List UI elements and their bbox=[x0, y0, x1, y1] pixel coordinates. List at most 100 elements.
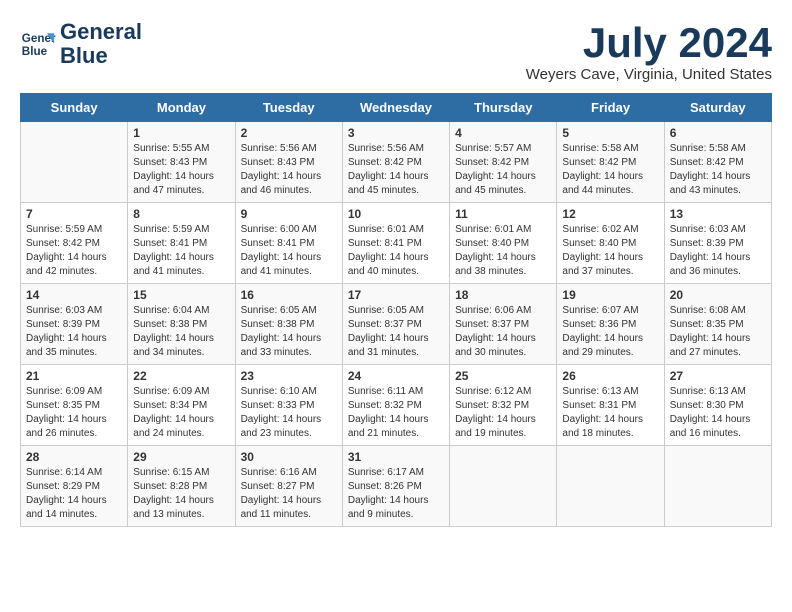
calendar-day-cell: 23Sunrise: 6:10 AMSunset: 8:33 PMDayligh… bbox=[235, 365, 342, 446]
calendar-day-cell: 29 Sunrise: 6:15 AMSunset: 8:28 PMDayligh… bbox=[128, 446, 235, 527]
day-info: Sunrise: 5:55 AMSunset: 8:43 PMDaylight:… bbox=[133, 142, 229, 198]
day-number: 2 bbox=[241, 126, 337, 140]
day-info: Sunrise: 6:12 AMSunset: 8:32 PMDaylight:… bbox=[455, 385, 551, 441]
calendar-day-cell: 15Sunrise: 6:04 AMSunset: 8:38 PMDayligh… bbox=[128, 284, 235, 365]
weekday-header: Monday bbox=[128, 94, 235, 122]
day-info: Sunrise: 6:04 AMSunset: 8:38 PMDaylight:… bbox=[133, 304, 229, 360]
weekday-header: Wednesday bbox=[342, 94, 449, 122]
calendar-day-cell bbox=[557, 446, 664, 527]
day-number: 14 bbox=[26, 288, 122, 302]
day-info: Sunrise: 6:01 AMSunset: 8:41 PMDaylight:… bbox=[348, 223, 444, 279]
day-info: Sunrise: 6:08 AMSunset: 8:35 PMDaylight:… bbox=[670, 304, 766, 360]
weekday-header-row: SundayMondayTuesdayWednesdayThursdayFrid… bbox=[21, 94, 772, 122]
day-number: 22 bbox=[133, 369, 229, 383]
day-number: 9 bbox=[241, 207, 337, 221]
logo: General Blue General Blue bbox=[20, 20, 142, 68]
day-number: 8 bbox=[133, 207, 229, 221]
calendar-day-cell bbox=[450, 446, 557, 527]
calendar-day-cell: 22 Sunrise: 6:09 AMSunset: 8:34 PMDayligh… bbox=[128, 365, 235, 446]
calendar-day-cell: 31 Sunrise: 6:17 AMSunset: 8:26 PMDayligh… bbox=[342, 446, 449, 527]
page-header: General Blue General Blue July 2024 Weye… bbox=[20, 20, 772, 83]
calendar-day-cell: 2Sunrise: 5:56 AMSunset: 8:43 PMDaylight… bbox=[235, 122, 342, 203]
day-info: Sunrise: 6:17 AMSunset: 8:26 PMDaylight:… bbox=[348, 466, 444, 522]
day-number: 31 bbox=[348, 450, 444, 464]
day-number: 4 bbox=[455, 126, 551, 140]
title-section: July 2024 Weyers Cave, Virginia, United … bbox=[526, 20, 772, 83]
calendar-table: SundayMondayTuesdayWednesdayThursdayFrid… bbox=[20, 93, 772, 527]
calendar-day-cell: 8Sunrise: 5:59 AMSunset: 8:41 PMDaylight… bbox=[128, 203, 235, 284]
calendar-day-cell: 17Sunrise: 6:05 AMSunset: 8:37 PMDayligh… bbox=[342, 284, 449, 365]
day-number: 11 bbox=[455, 207, 551, 221]
calendar-day-cell: 13 Sunrise: 6:03 AMSunset: 8:39 PMDayligh… bbox=[664, 203, 771, 284]
day-info: Sunrise: 6:07 AMSunset: 8:36 PMDaylight:… bbox=[562, 304, 658, 360]
calendar-week-row: 1Sunrise: 5:55 AMSunset: 8:43 PMDaylight… bbox=[21, 122, 772, 203]
calendar-day-cell bbox=[21, 122, 128, 203]
day-info: Sunrise: 6:00 AMSunset: 8:41 PMDaylight:… bbox=[241, 223, 337, 279]
day-info: Sunrise: 6:05 AMSunset: 8:38 PMDaylight:… bbox=[241, 304, 337, 360]
calendar-day-cell: 1Sunrise: 5:55 AMSunset: 8:43 PMDaylight… bbox=[128, 122, 235, 203]
calendar-day-cell: 20 Sunrise: 6:08 AMSunset: 8:35 PMDayligh… bbox=[664, 284, 771, 365]
day-info: Sunrise: 6:14 AMSunset: 8:29 PMDaylight:… bbox=[26, 466, 122, 522]
day-number: 20 bbox=[670, 288, 766, 302]
calendar-day-cell: 10 Sunrise: 6:01 AMSunset: 8:41 PMDayligh… bbox=[342, 203, 449, 284]
logo-text: General Blue bbox=[60, 20, 142, 68]
day-number: 23 bbox=[241, 369, 337, 383]
weekday-header: Sunday bbox=[21, 94, 128, 122]
calendar-day-cell: 12 Sunrise: 6:02 AMSunset: 8:40 PMDayligh… bbox=[557, 203, 664, 284]
day-number: 25 bbox=[455, 369, 551, 383]
location: Weyers Cave, Virginia, United States bbox=[526, 66, 772, 83]
calendar-day-cell: 16 Sunrise: 6:05 AMSunset: 8:38 PMDayligh… bbox=[235, 284, 342, 365]
day-number: 27 bbox=[670, 369, 766, 383]
day-info: Sunrise: 6:03 AMSunset: 8:39 PMDaylight:… bbox=[26, 304, 122, 360]
day-info: Sunrise: 6:09 AMSunset: 8:35 PMDaylight:… bbox=[26, 385, 122, 441]
day-number: 29 bbox=[133, 450, 229, 464]
calendar-week-row: 28Sunrise: 6:14 AMSunset: 8:29 PMDayligh… bbox=[21, 446, 772, 527]
calendar-day-cell: 5Sunrise: 5:58 AMSunset: 8:42 PMDaylight… bbox=[557, 122, 664, 203]
day-info: Sunrise: 6:09 AMSunset: 8:34 PMDaylight:… bbox=[133, 385, 229, 441]
weekday-header: Saturday bbox=[664, 94, 771, 122]
calendar-day-cell bbox=[664, 446, 771, 527]
day-number: 16 bbox=[241, 288, 337, 302]
calendar-day-cell: 9 Sunrise: 6:00 AMSunset: 8:41 PMDaylight… bbox=[235, 203, 342, 284]
calendar-day-cell: 24Sunrise: 6:11 AMSunset: 8:32 PMDayligh… bbox=[342, 365, 449, 446]
calendar-day-cell: 26 Sunrise: 6:13 AMSunset: 8:31 PMDayligh… bbox=[557, 365, 664, 446]
calendar-week-row: 14 Sunrise: 6:03 AMSunset: 8:39 PMDayligh… bbox=[21, 284, 772, 365]
day-info: Sunrise: 6:01 AMSunset: 8:40 PMDaylight:… bbox=[455, 223, 551, 279]
calendar-day-cell: 4Sunrise: 5:57 AMSunset: 8:42 PMDaylight… bbox=[450, 122, 557, 203]
day-number: 30 bbox=[241, 450, 337, 464]
day-number: 10 bbox=[348, 207, 444, 221]
svg-text:Blue: Blue bbox=[22, 45, 48, 58]
day-info: Sunrise: 6:13 AMSunset: 8:30 PMDaylight:… bbox=[670, 385, 766, 441]
calendar-day-cell: 18 Sunrise: 6:06 AMSunset: 8:37 PMDayligh… bbox=[450, 284, 557, 365]
day-number: 18 bbox=[455, 288, 551, 302]
calendar-day-cell: 19 Sunrise: 6:07 AMSunset: 8:36 PMDayligh… bbox=[557, 284, 664, 365]
day-number: 19 bbox=[562, 288, 658, 302]
day-number: 7 bbox=[26, 207, 122, 221]
day-info: Sunrise: 5:58 AMSunset: 8:42 PMDaylight:… bbox=[670, 142, 766, 198]
calendar-day-cell: 30Sunrise: 6:16 AMSunset: 8:27 PMDayligh… bbox=[235, 446, 342, 527]
day-number: 24 bbox=[348, 369, 444, 383]
calendar-day-cell: 25 Sunrise: 6:12 AMSunset: 8:32 PMDayligh… bbox=[450, 365, 557, 446]
calendar-week-row: 21 Sunrise: 6:09 AMSunset: 8:35 PMDayligh… bbox=[21, 365, 772, 446]
day-info: Sunrise: 5:59 AMSunset: 8:42 PMDaylight:… bbox=[26, 223, 122, 279]
day-number: 12 bbox=[562, 207, 658, 221]
weekday-header: Tuesday bbox=[235, 94, 342, 122]
calendar-day-cell: 28Sunrise: 6:14 AMSunset: 8:29 PMDayligh… bbox=[21, 446, 128, 527]
day-number: 26 bbox=[562, 369, 658, 383]
day-info: Sunrise: 6:15 AMSunset: 8:28 PMDaylight:… bbox=[133, 466, 229, 522]
day-number: 5 bbox=[562, 126, 658, 140]
day-info: Sunrise: 6:13 AMSunset: 8:31 PMDaylight:… bbox=[562, 385, 658, 441]
day-info: Sunrise: 5:56 AMSunset: 8:42 PMDaylight:… bbox=[348, 142, 444, 198]
weekday-header: Thursday bbox=[450, 94, 557, 122]
day-info: Sunrise: 6:06 AMSunset: 8:37 PMDaylight:… bbox=[455, 304, 551, 360]
calendar-day-cell: 6Sunrise: 5:58 AMSunset: 8:42 PMDaylight… bbox=[664, 122, 771, 203]
day-number: 21 bbox=[26, 369, 122, 383]
calendar-day-cell: 21 Sunrise: 6:09 AMSunset: 8:35 PMDayligh… bbox=[21, 365, 128, 446]
day-number: 13 bbox=[670, 207, 766, 221]
month-title: July 2024 bbox=[526, 20, 772, 66]
day-info: Sunrise: 6:02 AMSunset: 8:40 PMDaylight:… bbox=[562, 223, 658, 279]
day-number: 17 bbox=[348, 288, 444, 302]
calendar-day-cell: 27 Sunrise: 6:13 AMSunset: 8:30 PMDayligh… bbox=[664, 365, 771, 446]
weekday-header: Friday bbox=[557, 94, 664, 122]
day-info: Sunrise: 6:03 AMSunset: 8:39 PMDaylight:… bbox=[670, 223, 766, 279]
